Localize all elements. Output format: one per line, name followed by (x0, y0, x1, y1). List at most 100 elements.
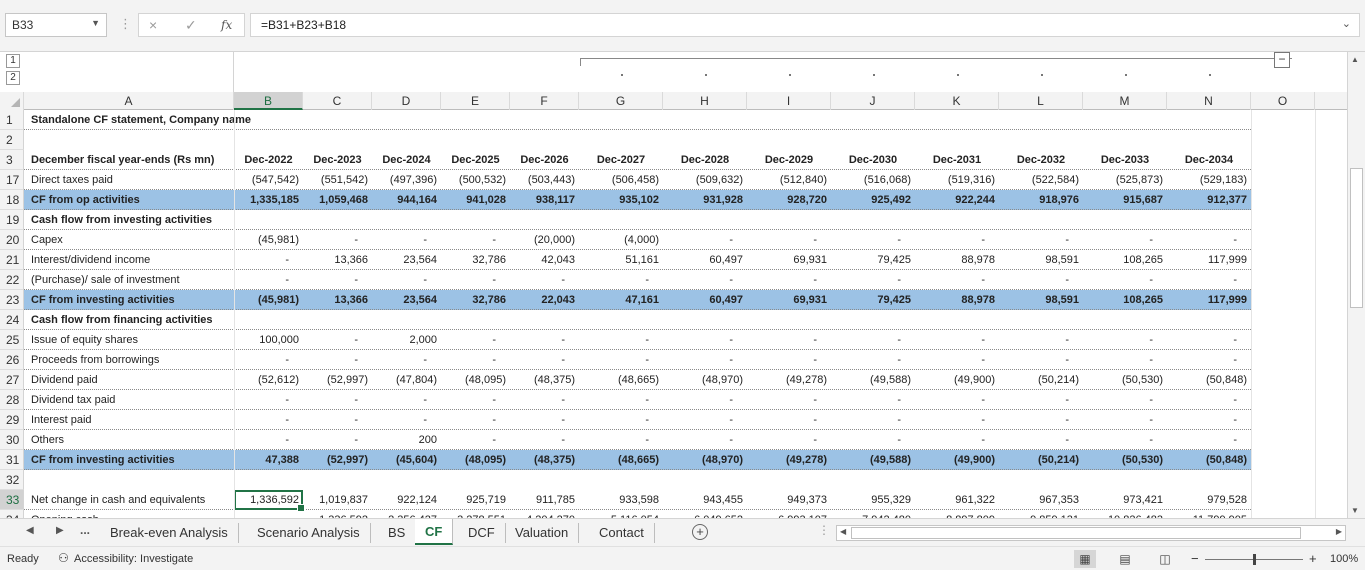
value-cell[interactable]: - (915, 390, 999, 410)
row-label-cell[interactable]: (Purchase)/ sale of investment (27, 270, 234, 290)
value-cell[interactable]: 32,786 (441, 290, 510, 310)
row-header[interactable]: 32 (0, 470, 24, 490)
value-cell[interactable]: 912,377 (1167, 190, 1251, 210)
outline-level-2-button[interactable]: 2 (6, 71, 20, 85)
value-cell[interactable]: - (372, 230, 441, 250)
value-cell[interactable]: - (441, 430, 510, 450)
value-cell[interactable]: - (510, 430, 579, 450)
value-cell[interactable]: Dec-2030 (831, 150, 915, 170)
value-cell[interactable]: Dec-2024 (372, 150, 441, 170)
value-cell[interactable]: - (747, 390, 831, 410)
value-cell[interactable]: 949,373 (747, 490, 831, 510)
tab-break-even-analysis[interactable]: Break-even Analysis (100, 523, 239, 543)
horizontal-scrollbar[interactable]: ◀ ▶ (836, 525, 1346, 541)
value-cell[interactable]: (48,095) (441, 450, 510, 470)
value-cell[interactable]: 5,116,054 (579, 510, 663, 518)
value-cell[interactable]: (50,530) (1083, 370, 1167, 390)
value-cell[interactable]: 69,931 (747, 250, 831, 270)
row-header[interactable]: 19 (0, 210, 24, 230)
value-cell[interactable]: (547,542) (234, 170, 303, 190)
value-cell[interactable]: - (234, 250, 303, 270)
value-cell[interactable]: - (303, 330, 372, 350)
value-cell[interactable]: - (1167, 230, 1251, 250)
value-cell[interactable]: 88,978 (915, 250, 999, 270)
value-cell[interactable]: - (999, 350, 1083, 370)
enter-icon[interactable]: ✓ (185, 17, 197, 34)
value-cell[interactable]: - (1167, 410, 1251, 430)
value-cell[interactable]: (50,848) (1167, 450, 1251, 470)
value-cell[interactable]: Dec-2026 (510, 150, 579, 170)
value-cell[interactable]: - (579, 330, 663, 350)
value-cell[interactable]: 10,826,483 (1083, 510, 1167, 518)
value-cell[interactable]: (50,214) (999, 370, 1083, 390)
value-cell[interactable]: - (303, 230, 372, 250)
value-cell[interactable]: 915,687 (1083, 190, 1167, 210)
value-cell[interactable]: (516,068) (831, 170, 915, 190)
value-cell[interactable]: 117,999 (1167, 250, 1251, 270)
value-cell[interactable]: 931,928 (663, 190, 747, 210)
scroll-left-icon[interactable]: ◀ (840, 527, 846, 536)
value-cell[interactable]: - (831, 230, 915, 250)
row-header[interactable]: 28 (0, 390, 24, 410)
row-header[interactable]: 17 (0, 170, 24, 190)
value-cell[interactable]: - (1167, 350, 1251, 370)
column-header-e[interactable]: E (441, 92, 510, 110)
value-cell[interactable]: - (1083, 350, 1167, 370)
value-cell[interactable]: 88,978 (915, 290, 999, 310)
value-cell[interactable]: - (510, 330, 579, 350)
value-cell[interactable]: (49,278) (747, 370, 831, 390)
tab-prev-icon[interactable]: ◀ (26, 525, 34, 536)
value-cell[interactable]: (52,997) (303, 370, 372, 390)
value-cell[interactable]: Dec-2029 (747, 150, 831, 170)
row-label-cell[interactable]: December fiscal year-ends (Rs mn) (27, 150, 234, 170)
value-cell[interactable]: (48,665) (579, 450, 663, 470)
value-cell[interactable]: 60,497 (663, 250, 747, 270)
row-label-cell[interactable]: Proceeds from borrowings (27, 350, 234, 370)
value-cell[interactable]: (48,970) (663, 370, 747, 390)
value-cell[interactable]: - (1167, 330, 1251, 350)
value-cell[interactable]: 938,117 (510, 190, 579, 210)
row-header[interactable]: 30 (0, 430, 24, 450)
value-cell[interactable]: - (441, 230, 510, 250)
selected-cell-outline[interactable] (234, 490, 305, 512)
expand-formula-icon[interactable]: ⌄ (1342, 17, 1351, 30)
value-cell[interactable]: 1,019,837 (303, 490, 372, 510)
value-cell[interactable]: 979,528 (1167, 490, 1251, 510)
tab-scenario-analysis[interactable]: Scenario Analysis (247, 523, 371, 543)
collapse-group-button[interactable]: − (1274, 52, 1290, 68)
value-cell[interactable]: - (999, 390, 1083, 410)
row-header[interactable]: 1 (0, 110, 24, 130)
scroll-up-icon[interactable]: ▲ (1351, 55, 1359, 64)
value-cell[interactable]: 961,322 (915, 490, 999, 510)
value-cell[interactable]: (525,873) (1083, 170, 1167, 190)
row-header[interactable]: 31 (0, 450, 24, 470)
value-cell[interactable]: 928,720 (747, 190, 831, 210)
zoom-slider-knob[interactable] (1253, 554, 1256, 565)
value-cell[interactable]: - (510, 350, 579, 370)
value-cell[interactable]: 941,028 (441, 190, 510, 210)
row-label-cell[interactable]: Capex (27, 230, 234, 250)
value-cell[interactable]: - (372, 270, 441, 290)
value-cell[interactable]: Dec-2022 (234, 150, 303, 170)
row-header[interactable]: 2 (0, 130, 24, 150)
value-cell[interactable]: - (234, 510, 303, 518)
value-cell[interactable]: 8,897,809 (915, 510, 999, 518)
value-cell[interactable]: 11,799,905 (1167, 510, 1251, 518)
value-cell[interactable]: (50,848) (1167, 370, 1251, 390)
value-cell[interactable]: - (747, 270, 831, 290)
value-cell[interactable]: (551,542) (303, 170, 372, 190)
value-cell[interactable]: Dec-2025 (441, 150, 510, 170)
name-box[interactable]: B33 ▼ (5, 13, 107, 37)
value-cell[interactable]: - (1083, 410, 1167, 430)
row-label-cell[interactable]: Standalone CF statement, Company name (27, 110, 251, 130)
value-cell[interactable]: - (747, 330, 831, 350)
value-cell[interactable]: - (1083, 330, 1167, 350)
vertical-scrollbar[interactable]: ▲ ▼ (1347, 52, 1365, 518)
value-cell[interactable]: (500,532) (441, 170, 510, 190)
value-cell[interactable]: 922,244 (915, 190, 999, 210)
value-cell[interactable]: 117,999 (1167, 290, 1251, 310)
value-cell[interactable]: (512,840) (747, 170, 831, 190)
row-header[interactable]: 25 (0, 330, 24, 350)
row-label-cell[interactable]: Cash flow from financing activities (27, 310, 234, 330)
value-cell[interactable]: - (915, 350, 999, 370)
